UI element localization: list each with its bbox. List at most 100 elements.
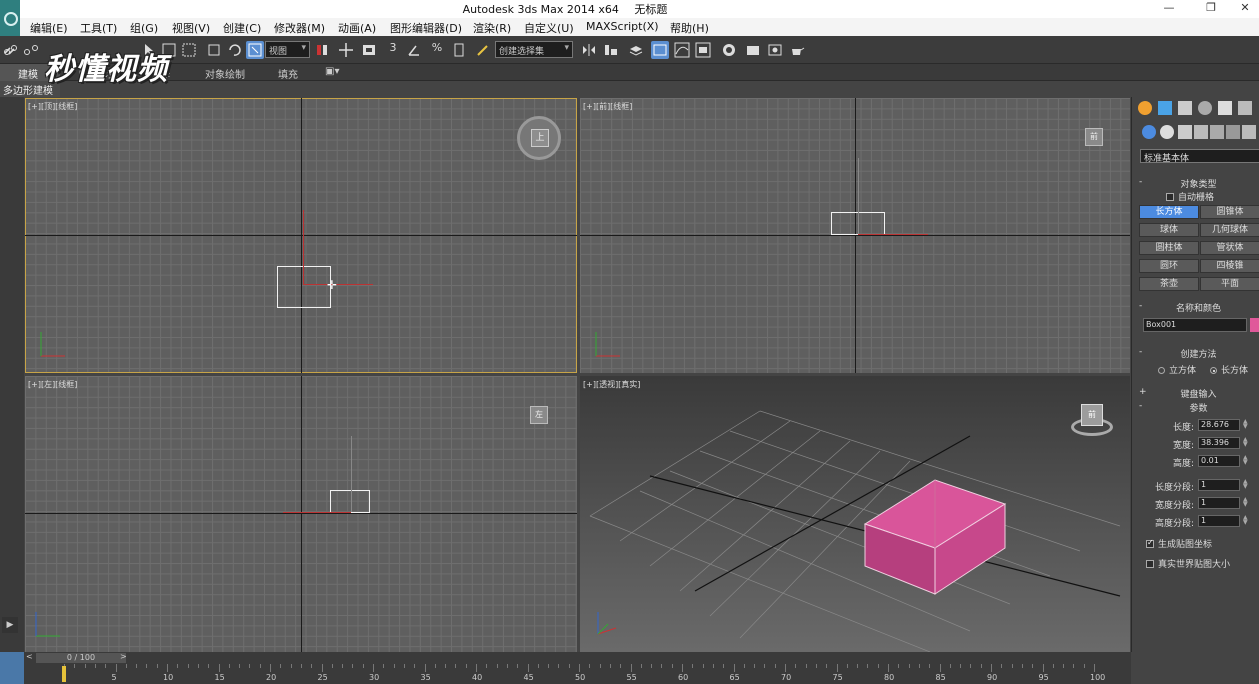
sphere-button[interactable]: 球体 — [1139, 223, 1199, 237]
motion-tab-icon[interactable] — [1198, 101, 1212, 115]
schematic-view-icon[interactable] — [694, 41, 712, 59]
material-editor-icon[interactable] — [720, 41, 738, 59]
angle-snap-icon[interactable] — [405, 41, 423, 59]
spinner-snap-icon[interactable] — [450, 41, 468, 59]
close-button[interactable]: ✕ — [1231, 0, 1259, 18]
utilities-tab-icon[interactable] — [1238, 101, 1252, 115]
pivot-icon[interactable] — [313, 41, 331, 59]
viewcube-front[interactable]: 前 — [1085, 128, 1103, 146]
viewport-label[interactable]: [+][前][线框] — [583, 101, 632, 112]
menu-tools[interactable]: 工具(T) — [80, 20, 117, 36]
unlink-icon[interactable] — [22, 41, 40, 59]
window-crossing-icon[interactable] — [205, 41, 223, 59]
align-icon[interactable] — [602, 41, 620, 59]
spacewarps-icon[interactable] — [1226, 125, 1240, 139]
edit-named-selection-icon[interactable] — [474, 41, 492, 59]
height-input[interactable]: 0.01 — [1198, 455, 1240, 467]
systems-icon[interactable] — [1242, 125, 1256, 139]
time-slider[interactable]: 0 / 100 — [36, 653, 126, 663]
reference-coord-select[interactable]: 视图 — [265, 41, 310, 58]
shapes-icon[interactable] — [1160, 125, 1174, 139]
hierarchy-tab-icon[interactable] — [1178, 101, 1192, 115]
viewport-perspective[interactable]: [+][透视][真实] 前 — [580, 376, 1130, 652]
helpers-icon[interactable] — [1210, 125, 1224, 139]
menu-edit[interactable]: 编辑(E) — [30, 20, 68, 36]
viewcube-face[interactable]: 上 — [531, 129, 549, 147]
cameras-icon[interactable] — [1194, 125, 1208, 139]
render-teapot-icon[interactable] — [788, 41, 806, 59]
expand-arrow-icon[interactable]: ▶ — [2, 617, 18, 633]
width-segs-spinner[interactable]: ▲ ▼ — [1243, 497, 1251, 508]
height-spinner[interactable]: ▲ ▼ — [1243, 455, 1251, 466]
cylinder-button[interactable]: 圆柱体 — [1139, 241, 1199, 255]
viewport-front[interactable]: [+][前][线框] 前 — [580, 98, 1130, 373]
rect-selection-icon[interactable] — [180, 41, 198, 59]
menu-modifiers[interactable]: 修改器(M) — [274, 20, 325, 36]
radio-box[interactable]: 长方体 — [1210, 363, 1248, 376]
keyboard-shortcut-icon[interactable] — [360, 41, 378, 59]
menu-help[interactable]: 帮助(H) — [670, 20, 709, 36]
named-selection-set-select[interactable]: 创建选择集 — [495, 41, 573, 58]
teapot-button[interactable]: 茶壶 — [1139, 277, 1199, 291]
menu-view[interactable]: 视图(V) — [172, 20, 210, 36]
real-world-map-checkbox[interactable]: 真实世界贴图大小 — [1146, 557, 1230, 570]
rollout-name-color[interactable]: - 名称和颜色 — [1137, 301, 1259, 314]
mirror-icon[interactable] — [580, 41, 598, 59]
minimize-button[interactable]: — — [1155, 0, 1183, 18]
undo-icon[interactable] — [225, 41, 243, 59]
app-logo-icon[interactable] — [0, 0, 20, 36]
menu-graph-editors[interactable]: 图形编辑器(D) — [390, 20, 462, 36]
viewport-layout-icon[interactable] — [0, 652, 24, 684]
box-wireframe[interactable] — [277, 266, 331, 308]
current-frame-marker[interactable] — [62, 666, 66, 682]
track-bar[interactable]: 5 10 15 20 25 30 35 40 45 50 55 60 65 70 75 80 85 90 95 100 — [24, 664, 1131, 684]
time-next-button[interactable]: > — [120, 652, 127, 661]
length-spinner[interactable]: ▲ ▼ — [1243, 419, 1251, 430]
time-slider-bar[interactable]: < 0 / 100 > — [24, 652, 1131, 664]
lights-icon[interactable] — [1178, 125, 1192, 139]
tube-button[interactable]: 管状体 — [1200, 241, 1259, 255]
cone-button[interactable]: 圆锥体 — [1200, 205, 1259, 219]
object-name-input[interactable]: Box001 — [1143, 318, 1247, 332]
render-setup-icon[interactable] — [744, 41, 762, 59]
geometry-icon[interactable] — [1142, 125, 1156, 139]
percent-snap-icon[interactable]: % — [428, 41, 446, 59]
height-segs-input[interactable]: 1 — [1198, 515, 1240, 527]
layer-manager-icon[interactable] — [627, 41, 645, 59]
height-segs-spinner[interactable]: ▲ ▼ — [1243, 515, 1251, 526]
rollout-creation-method[interactable]: - 创建方法 — [1137, 347, 1259, 360]
rendered-frame-icon[interactable] — [766, 41, 784, 59]
width-input[interactable]: 38.396 — [1198, 437, 1240, 449]
viewcube-left[interactable]: 左 — [530, 406, 548, 424]
width-spinner[interactable]: ▲ ▼ — [1243, 437, 1251, 448]
object-color-swatch[interactable] — [1250, 318, 1259, 332]
ribbon-tab-object-paint[interactable]: 对象绘制 — [205, 66, 245, 81]
rollout-object-type[interactable]: - 对象类型 — [1137, 177, 1259, 190]
modify-tab-icon[interactable] — [1158, 101, 1172, 115]
display-tab-icon[interactable] — [1218, 101, 1232, 115]
viewcube-perspective[interactable]: 前 — [1068, 404, 1114, 438]
rollout-keyboard-entry[interactable]: + 键盘输入 — [1137, 387, 1259, 400]
box-button[interactable]: 长方体 — [1139, 205, 1199, 219]
box-3d[interactable] — [863, 479, 1007, 595]
length-segs-spinner[interactable]: ▲ ▼ — [1243, 479, 1251, 490]
viewcube-face[interactable]: 前 — [1081, 404, 1103, 426]
viewcube-top[interactable]: 上 — [517, 116, 561, 160]
menu-animation[interactable]: 动画(A) — [338, 20, 376, 36]
ribbon-toggle-icon[interactable] — [651, 41, 669, 59]
create-tab-icon[interactable] — [1138, 101, 1152, 115]
viewport-label[interactable]: [+][顶][线框] — [28, 101, 77, 112]
maximize-button[interactable]: ❐ — [1197, 0, 1225, 18]
category-dropdown[interactable]: 标准基本体 — [1140, 149, 1259, 164]
time-prev-button[interactable]: < — [26, 652, 33, 661]
radio-cube[interactable]: 立方体 — [1158, 363, 1196, 376]
select-move-icon[interactable] — [246, 41, 264, 59]
menu-rendering[interactable]: 渲染(R) — [473, 20, 511, 36]
move-gizmo-icon[interactable] — [337, 41, 355, 59]
gen-map-coords-checkbox[interactable]: 生成贴图坐标 — [1146, 537, 1212, 550]
viewport-label[interactable]: [+][左][线框] — [28, 379, 77, 390]
plane-button[interactable]: 平面 — [1200, 277, 1259, 291]
snap-toggle-icon[interactable]: 3 — [384, 41, 402, 59]
menu-customize[interactable]: 自定义(U) — [524, 20, 574, 36]
box-wireframe[interactable] — [330, 490, 370, 513]
